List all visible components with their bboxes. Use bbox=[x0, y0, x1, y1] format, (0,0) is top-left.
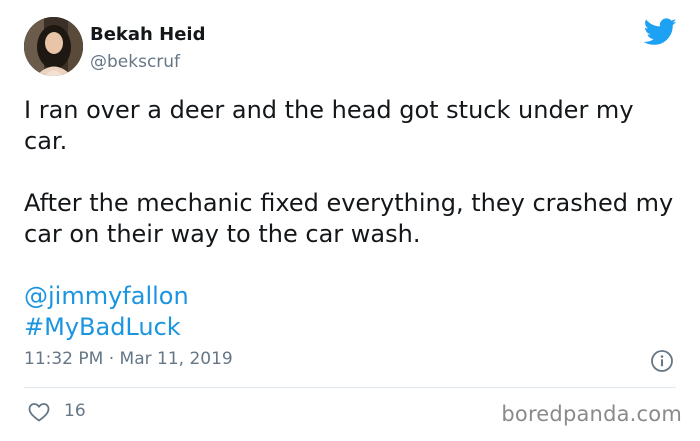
tweet-text-line1: I ran over a deer and the head got stuck… bbox=[24, 96, 634, 155]
divider bbox=[24, 387, 676, 388]
twitter-bird-icon[interactable] bbox=[643, 18, 677, 46]
avatar[interactable] bbox=[24, 17, 83, 76]
mention-link[interactable]: @jimmyfallon bbox=[24, 281, 684, 312]
tweet-text-line2: After the mechanic fixed everything, the… bbox=[24, 189, 674, 248]
like-count: 16 bbox=[64, 401, 86, 421]
hashtag-link[interactable]: #MyBadLuck bbox=[24, 312, 684, 343]
watermark: boredpanda.com bbox=[501, 402, 682, 426]
tweet-card: Bekah Heid @bekscruf I ran over a deer a… bbox=[0, 0, 700, 441]
author-name[interactable]: Bekah Heid bbox=[90, 24, 205, 45]
tweet-body: I ran over a deer and the head got stuck… bbox=[24, 95, 684, 343]
author-handle[interactable]: @bekscruf bbox=[90, 52, 180, 72]
tweet-timestamp[interactable]: 11:32 PM · Mar 11, 2019 bbox=[24, 349, 233, 369]
info-icon[interactable] bbox=[650, 349, 674, 373]
heart-icon[interactable] bbox=[27, 400, 51, 424]
